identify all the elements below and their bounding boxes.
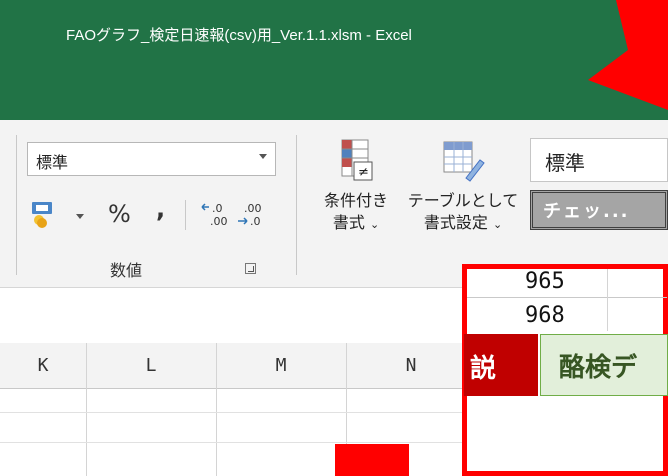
conditional-formatting-line1: 条件付き <box>323 191 388 210</box>
chevron-down-icon[interactable] <box>259 154 267 159</box>
conditional-formatting-icon: ≠ <box>341 139 373 181</box>
column-header-k[interactable]: K <box>0 343 86 389</box>
title-bar: FAOグラフ_検定日速報(csv)用_Ver.1.1.xlsm - Excel <box>0 0 668 120</box>
format-as-table-button[interactable]: テーブルとして 書式設定 ⌄ <box>404 138 522 236</box>
format-as-table-line2: 書式設定 ⌄ <box>404 212 522 236</box>
red-arrow-annotation <box>588 0 668 110</box>
grid-line <box>86 343 87 476</box>
conditional-formatting-button[interactable]: ≠ 条件付き 書式 ⌄ <box>310 138 402 236</box>
divider <box>16 135 17 275</box>
chevron-down-icon: ⌄ <box>492 218 503 231</box>
cell-value: 965 <box>525 269 565 294</box>
number-format-value: 標準 <box>36 153 69 172</box>
red-annotation-block <box>335 444 409 476</box>
svg-text:.0: .0 <box>212 202 223 215</box>
chevron-down-icon: ⌄ <box>369 218 380 231</box>
group-label-number: 数値 <box>110 261 143 280</box>
sheet-tab[interactable]: 酪検デ <box>540 334 668 396</box>
sheet-tab-label: 酪検デ <box>559 353 638 383</box>
format-as-table-line1: テーブルとして <box>407 191 519 210</box>
decrease-decimal-button[interactable]: .00 .0 <box>236 200 272 230</box>
svg-text:.00: .00 <box>244 202 262 215</box>
increase-decimal-icon: .0 .00 <box>201 202 228 228</box>
chevron-down-icon[interactable] <box>76 214 84 219</box>
grid-line <box>467 297 667 298</box>
window-title: FAOグラフ_検定日速報(csv)用_Ver.1.1.xlsm - Excel <box>66 27 412 44</box>
decrease-decimal-icon: .00 .0 <box>238 202 262 228</box>
svg-text:.00: .00 <box>210 215 228 228</box>
sheet-tab[interactable]: 説 <box>464 334 538 396</box>
format-as-table-icon <box>443 141 485 182</box>
conditional-formatting-line2: 書式 ⌄ <box>310 212 402 236</box>
accounting-format-button[interactable] <box>30 200 62 228</box>
svg-text:≠: ≠ <box>358 165 369 180</box>
comma-style-button[interactable]: , <box>156 195 165 223</box>
column-header-l[interactable]: L <box>86 343 216 389</box>
conditional-formatting-label: 書式 <box>332 213 365 232</box>
column-header-m[interactable]: M <box>216 343 346 389</box>
column-header-n[interactable]: N <box>346 343 476 389</box>
accounting-icon <box>32 202 52 228</box>
divider <box>296 135 297 275</box>
number-format-dropdown[interactable]: 標準 <box>27 142 276 176</box>
format-as-table-label: 書式設定 <box>423 213 488 232</box>
percent-style-button[interactable]: % <box>108 200 131 228</box>
cell-style-normal[interactable]: 標準 <box>530 138 668 182</box>
cell-style-normal-label: 標準 <box>545 151 585 175</box>
grid-line <box>607 269 608 331</box>
cell-value: 968 <box>525 303 565 328</box>
divider <box>185 200 186 230</box>
sheet-tab-label: 説 <box>470 354 497 384</box>
dialog-launcher-icon[interactable] <box>245 263 256 274</box>
increase-decimal-button[interactable]: .0 .00 <box>200 200 236 230</box>
cell-style-check[interactable]: チェッ... <box>530 190 668 230</box>
grid-line <box>216 343 217 476</box>
svg-text:.0: .0 <box>250 215 261 228</box>
cell-style-check-label: チェッ... <box>543 201 630 222</box>
